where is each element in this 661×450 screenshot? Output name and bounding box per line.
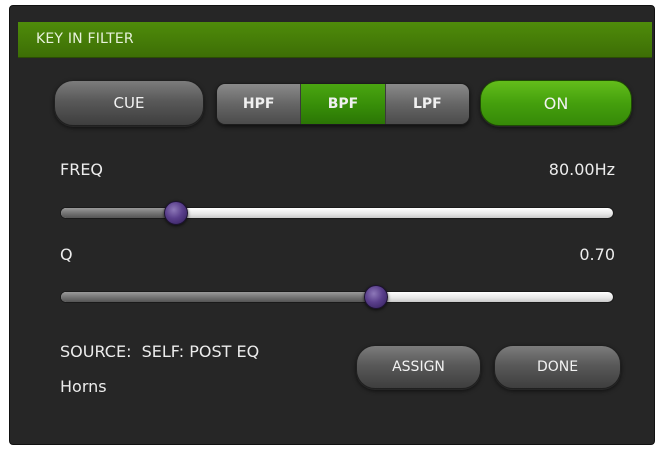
q-slider[interactable] (60, 291, 614, 303)
channel-name: Horns (60, 377, 107, 396)
done-button[interactable]: DONE (494, 345, 621, 389)
source-text: SOURCE: SELF: POST EQ (60, 342, 260, 361)
lpf-button[interactable]: LPF (384, 84, 469, 124)
freq-label: FREQ (60, 160, 104, 179)
bpf-button[interactable]: BPF (300, 84, 385, 124)
cue-button[interactable]: CUE (54, 80, 204, 126)
q-slider-knob[interactable] (363, 285, 388, 309)
freq-slider[interactable] (60, 207, 614, 219)
filter-type-selector: HPF BPF LPF (216, 83, 470, 125)
title-bar: KEY IN FILTER (18, 22, 652, 58)
hpf-button[interactable]: HPF (217, 84, 301, 124)
q-label: Q (60, 245, 73, 264)
assign-button[interactable]: ASSIGN (356, 345, 481, 389)
freq-slider-fill (61, 208, 178, 218)
panel-title: KEY IN FILTER (36, 31, 134, 47)
on-button[interactable]: ON (480, 80, 632, 126)
q-slider-fill (61, 292, 377, 302)
q-value: 0.70 (579, 245, 615, 264)
freq-value: 80.00Hz (548, 160, 615, 179)
